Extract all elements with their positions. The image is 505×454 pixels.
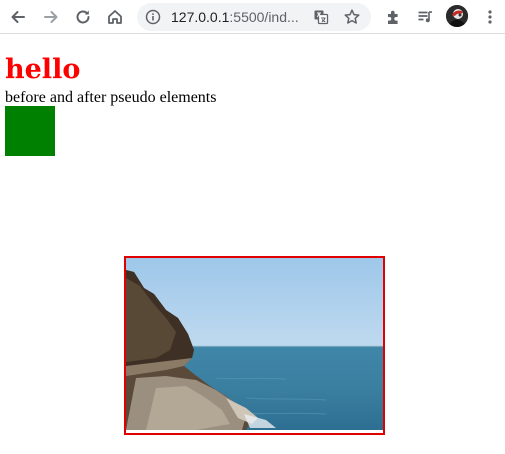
- green-square: [5, 106, 55, 156]
- coastal-photo: [124, 256, 385, 435]
- star-icon[interactable]: [343, 8, 361, 26]
- forward-arrow-icon[interactable]: [37, 3, 65, 31]
- address-bar[interactable]: 127.0.0.1:5500/ind...: [137, 3, 371, 31]
- page-paragraph: before and after pseudo elements: [5, 89, 217, 106]
- home-icon[interactable]: [101, 3, 129, 31]
- page-heading: hello: [5, 54, 81, 85]
- browser-toolbar: 127.0.0.1:5500/ind...: [0, 0, 505, 34]
- reload-icon[interactable]: [69, 3, 97, 31]
- translate-icon[interactable]: [313, 9, 329, 25]
- url-host: 127.0.0.1: [171, 9, 230, 25]
- media-playlist-icon[interactable]: [411, 3, 439, 31]
- profile-avatar[interactable]: [446, 5, 468, 27]
- back-arrow-icon[interactable]: [4, 3, 32, 31]
- menu-dots-icon[interactable]: [476, 3, 504, 31]
- url-text[interactable]: 127.0.0.1:5500/ind...: [171, 3, 299, 31]
- url-path: :5500/ind...: [229, 9, 299, 25]
- extensions-icon[interactable]: [380, 3, 408, 31]
- info-icon[interactable]: [145, 9, 161, 25]
